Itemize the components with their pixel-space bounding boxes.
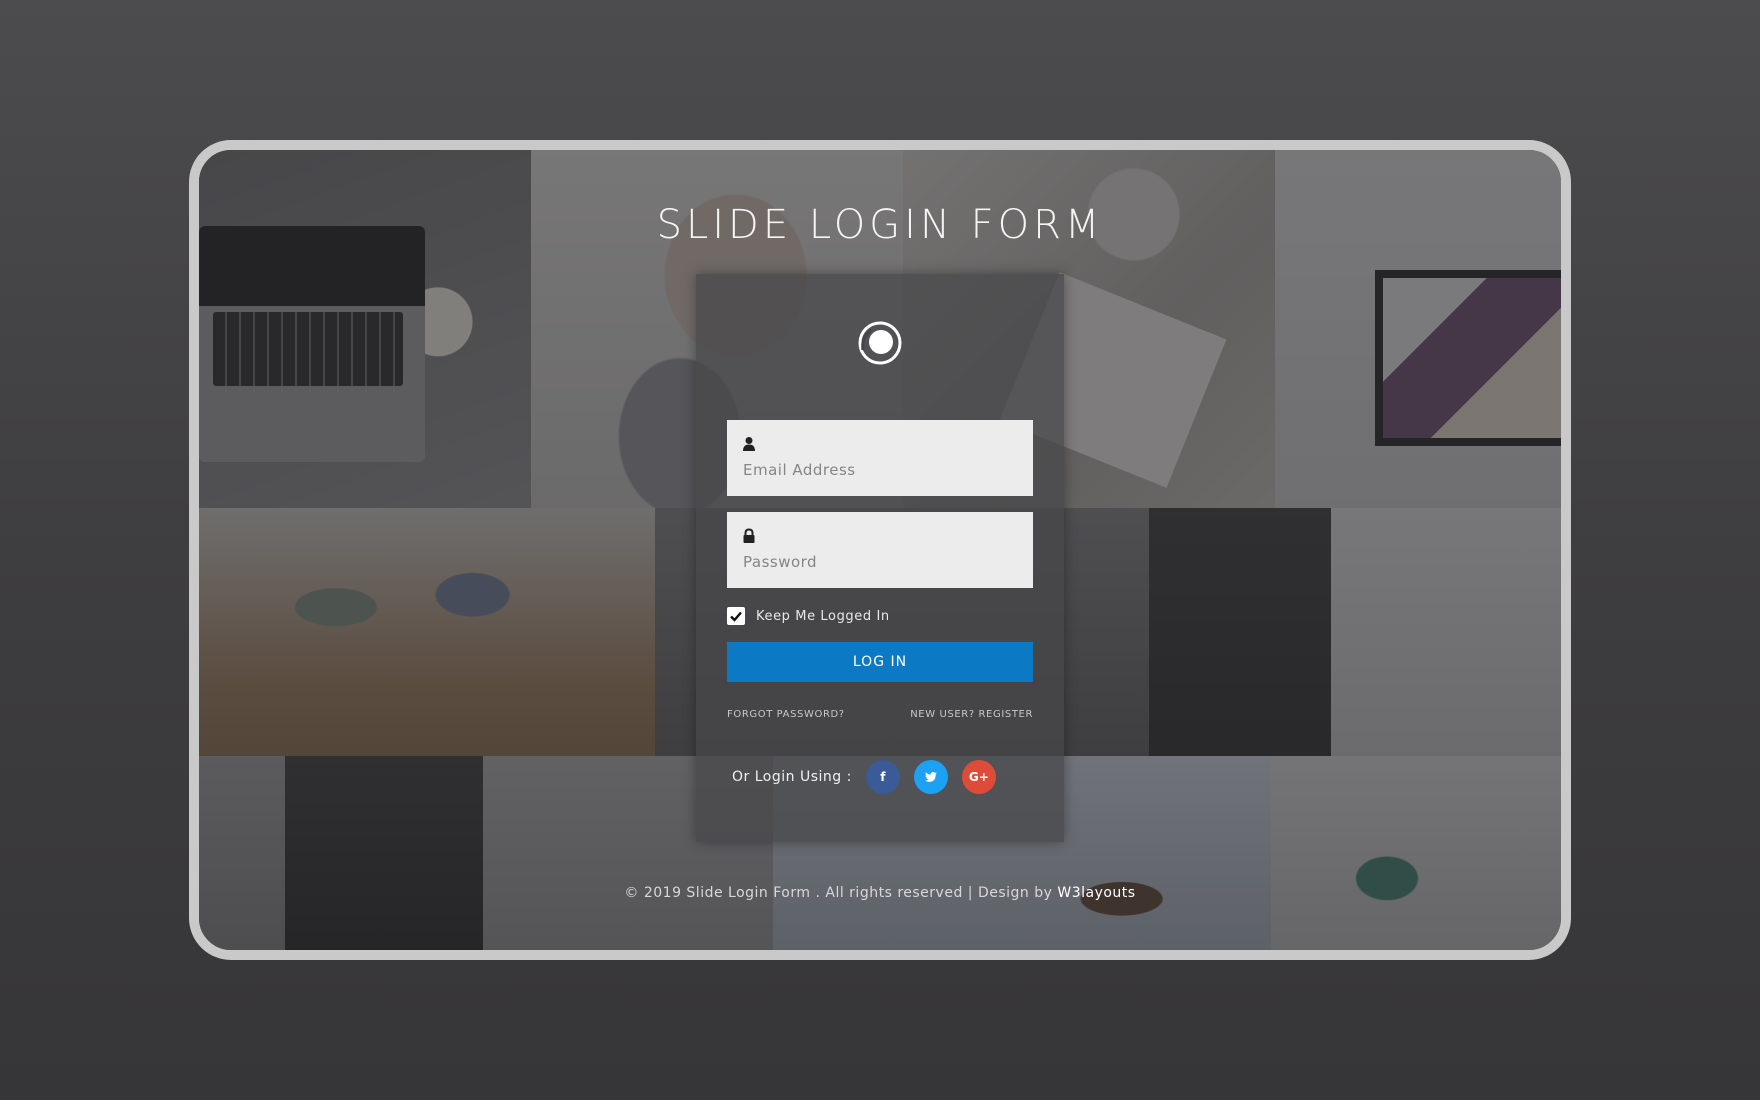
twitter-button[interactable] (913, 760, 948, 794)
forgot-password-link[interactable]: FORGOT PASSWORD? (727, 709, 845, 720)
email-input[interactable] (743, 458, 1013, 482)
page-title: SLIDE LOGIN FORM (656, 202, 1104, 248)
footer: © 2019 Slide Login Form . All rights res… (199, 885, 1561, 901)
logo-icon (858, 321, 902, 365)
email-field-container (727, 420, 1033, 496)
social-login-label: Or Login Using : (732, 769, 852, 785)
user-icon (743, 437, 755, 451)
social-login: Or Login Using : f G+ (732, 760, 1010, 794)
photo-woman-thinking (1149, 508, 1331, 756)
photo-small-left (199, 756, 285, 950)
lock-icon (743, 528, 755, 543)
photo-team-meeting (199, 508, 655, 756)
google-plus-button[interactable]: G+ (961, 760, 996, 794)
remember-label: Keep Me Logged In (756, 608, 890, 624)
google-plus-icon: G+ (968, 770, 989, 784)
password-field-container (727, 512, 1033, 588)
photo-office-group (1271, 756, 1561, 950)
facebook-icon: f (880, 770, 886, 784)
photo-person-dark (285, 756, 483, 950)
check-icon (730, 611, 742, 622)
login-frame: SLIDE LOGIN FORM Email Address Keep Me L… (189, 140, 1571, 960)
login-panel: Keep Me Logged In LOG IN FORGOT PASSWORD… (696, 274, 1064, 842)
login-button[interactable]: LOG IN (727, 642, 1033, 682)
remember-me: Keep Me Logged In (727, 607, 890, 625)
twitter-icon (924, 772, 937, 782)
footer-text: © 2019 Slide Login Form . All rights res… (624, 885, 1058, 901)
footer-designer-link[interactable]: W3layouts (1057, 885, 1135, 901)
remember-checkbox[interactable] (727, 607, 745, 625)
photo-office-wall (1331, 508, 1561, 756)
password-input[interactable] (743, 550, 1013, 574)
facebook-button[interactable]: f (865, 760, 900, 794)
register-link[interactable]: NEW USER? REGISTER (910, 709, 1033, 720)
